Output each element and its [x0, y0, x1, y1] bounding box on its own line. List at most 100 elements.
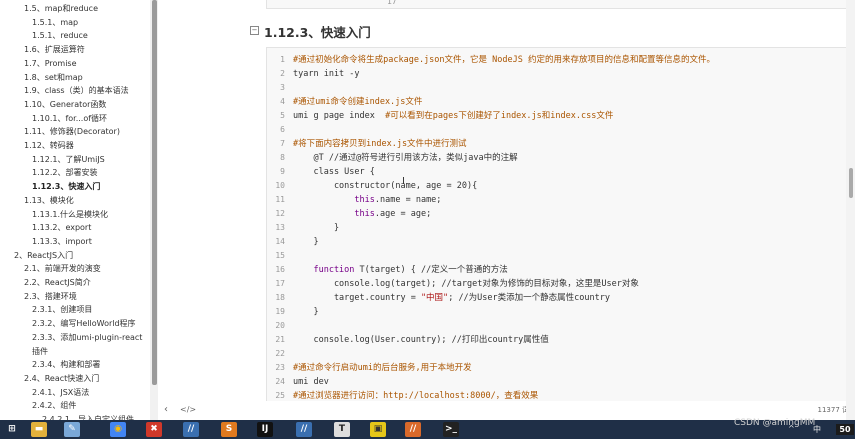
code-line: 15: [267, 249, 847, 263]
line-code: umi dev: [293, 375, 329, 389]
line-code: #通过初始化命令将生成package.json文件，它是 NodeJS 约定的用…: [293, 53, 715, 67]
line-code: tyarn init -y: [293, 67, 360, 81]
chrome-icon[interactable]: ◉: [110, 422, 126, 437]
windows-start-icon[interactable]: ⊞: [4, 422, 20, 437]
app-orange-slash-icon[interactable]: //: [405, 422, 421, 437]
toc-item[interactable]: 2.2、ReactJS简介: [24, 277, 91, 288]
toc-item[interactable]: 2.4.2、组件: [32, 400, 76, 411]
toc-item[interactable]: 1.13、模块化: [24, 195, 74, 206]
line-code: #通过umi命令创建index.js文件: [293, 95, 422, 109]
toc-item[interactable]: 1.7、Promise: [24, 58, 77, 69]
code-line: 17 console.log(target); //target对象为修饰的目标…: [267, 277, 847, 291]
code-token: console.log(User.country);: [293, 335, 452, 345]
typora-icon[interactable]: T: [334, 422, 350, 437]
code-toggle-icon[interactable]: </>: [180, 405, 196, 414]
code-line: 24 umi dev: [267, 375, 847, 389]
line-code: this.age = age;: [293, 207, 431, 221]
line-code: function T(target) { //定义一个普通的方法: [293, 263, 508, 277]
line-code: constructor(name, age = 20){: [293, 179, 477, 193]
code-token: //定义一个普通的方法: [420, 265, 508, 275]
code-token: }: [293, 307, 319, 317]
toc-item[interactable]: 2、ReactJS入门: [14, 250, 73, 261]
toc-item[interactable]: 1.13.2、export: [32, 222, 91, 233]
toc-item[interactable]: 2.3.4、构建和部署: [32, 359, 100, 370]
line-code: this.name = name;: [293, 193, 441, 207]
toc-item[interactable]: 2.3.1、创建项目: [32, 304, 92, 315]
app-yellow-icon[interactable]: ▣: [370, 422, 386, 437]
line-number: 19: [275, 307, 285, 316]
terminal-icon[interactable]: >_: [443, 422, 459, 437]
editor-scrollbar-thumb[interactable]: [849, 168, 853, 198]
toc-item[interactable]: 2.4、React快速入门: [24, 373, 99, 384]
line-number: 16: [275, 265, 285, 274]
code-token: #通过命令行启动umi的后台服务,用于本地开发: [293, 363, 472, 373]
page-title: 1.12.3、快速入门: [264, 25, 371, 40]
line-number: 2: [280, 69, 285, 78]
toc-item[interactable]: 1.12、转码器: [24, 140, 74, 151]
toc-item[interactable]: 1.9、class（类）的基本语法: [24, 85, 129, 96]
sidebar-scrollbar-thumb[interactable]: [152, 0, 157, 385]
collapse-icon[interactable]: −: [250, 26, 259, 35]
toc-item[interactable]: 1.11、修饰器(Decorator): [24, 126, 120, 137]
chevron-left-icon[interactable]: ‹: [164, 404, 168, 415]
toc-item[interactable]: 2.4.1、JSX语法: [32, 387, 89, 398]
code-token: .age = age;: [374, 209, 432, 219]
paint-icon[interactable]: ✎: [64, 422, 80, 437]
sublime-icon[interactable]: S: [221, 422, 237, 437]
toc-item[interactable]: 2.3、搭建环境: [24, 291, 77, 302]
line-number: 17: [275, 279, 285, 288]
code-token: umi g page index: [293, 111, 386, 121]
line-number: 12: [275, 209, 285, 218]
code-token: #通过umi命令创建index.js文件: [293, 97, 423, 107]
toc-item[interactable]: 插件: [32, 346, 48, 357]
code-line: 12 this.age = age;: [267, 207, 847, 221]
code-line: 19 }: [267, 305, 847, 319]
code-line: 2 tyarn init -y: [267, 67, 847, 81]
code-token: "中国": [420, 293, 449, 303]
windows-taskbar: ^ 中 ⊞ ▬ ✎ ◉ ✖//S IJ//T ▣//>_: [0, 420, 855, 439]
code-token: //target对象为修饰的目标对象，这里是User对象: [441, 279, 639, 289]
intellij-icon[interactable]: IJ: [257, 422, 273, 437]
code-token: umi dev: [293, 377, 329, 387]
line-number: 7: [280, 139, 285, 148]
line-number: 1: [280, 55, 285, 64]
toc-item[interactable]: 1.8、set和map: [24, 72, 83, 83]
code-line: 8 @T //通过@符号进行引用该方法，类似java中的注解: [267, 151, 847, 165]
line-number: 11: [275, 195, 285, 204]
toc-item[interactable]: 1.13.3、import: [32, 236, 92, 247]
app-blue-slash-2-icon[interactable]: //: [296, 422, 312, 437]
code-block[interactable]: 1 #通过初始化命令将生成package.json文件，它是 NodeJS 约定的…: [266, 47, 848, 420]
xmind-icon[interactable]: ✖: [146, 422, 162, 437]
code-token: //通过@符号进行引用该方法，类似java中的注解: [328, 153, 518, 163]
editor-main: 17 − 1.12.3、快速入门 1 #通过初始化命令将生成package.jso…: [158, 0, 855, 420]
toc-item[interactable]: 1.10、Generator函数: [24, 99, 106, 110]
line-number: 18: [275, 293, 285, 302]
toc-item[interactable]: 1.10.1、for...of循环: [32, 113, 107, 124]
previous-code-block: 17: [266, 0, 848, 9]
code-line: 18 target.country = "中国"; //为User类添加一个静态…: [267, 291, 847, 305]
toc-item[interactable]: 1.12.3、快速入门: [32, 181, 100, 192]
line-code: umi g page index #可以看到在pages下创建好了index.j…: [293, 109, 613, 123]
code-token: tyarn init -y: [293, 69, 360, 79]
watermark: CSDN @amingMM: [734, 418, 816, 428]
toc-item[interactable]: 2.3.3、添加umi-plugin-react: [32, 332, 142, 343]
editor-scrollbar-track[interactable]: [846, 0, 855, 420]
code-line: 7 #将下面内容拷贝到index.js文件中进行测试: [267, 137, 847, 151]
file-explorer-icon[interactable]: ▬: [31, 422, 47, 437]
toc-item[interactable]: 1.5.1、map: [32, 17, 78, 28]
toc-item[interactable]: 1.12.1、了解UmiJS: [32, 154, 105, 165]
toc-item[interactable]: 1.13.1.什么是模块化: [32, 209, 108, 220]
code-line: 13 }: [267, 221, 847, 235]
toc-item[interactable]: 1.5.1、reduce: [32, 30, 88, 41]
toc-item[interactable]: 2.3.2、编写HelloWorld程序: [32, 318, 136, 329]
app-blue-slash-icon[interactable]: //: [183, 422, 199, 437]
toc-item[interactable]: 2.1、前端开发的演变: [24, 263, 101, 274]
toc-item[interactable]: 1.12.2、部署安装: [32, 167, 97, 178]
code-line: 14 }: [267, 235, 847, 249]
toc-item[interactable]: 1.6、扩展运算符: [24, 44, 85, 55]
line-code: }: [293, 305, 319, 319]
code-token: target.country =: [293, 293, 421, 303]
toc-item[interactable]: 1.5、map和reduce: [24, 3, 98, 14]
code-token: @T: [293, 153, 329, 163]
code-token: .name = name;: [374, 195, 442, 205]
